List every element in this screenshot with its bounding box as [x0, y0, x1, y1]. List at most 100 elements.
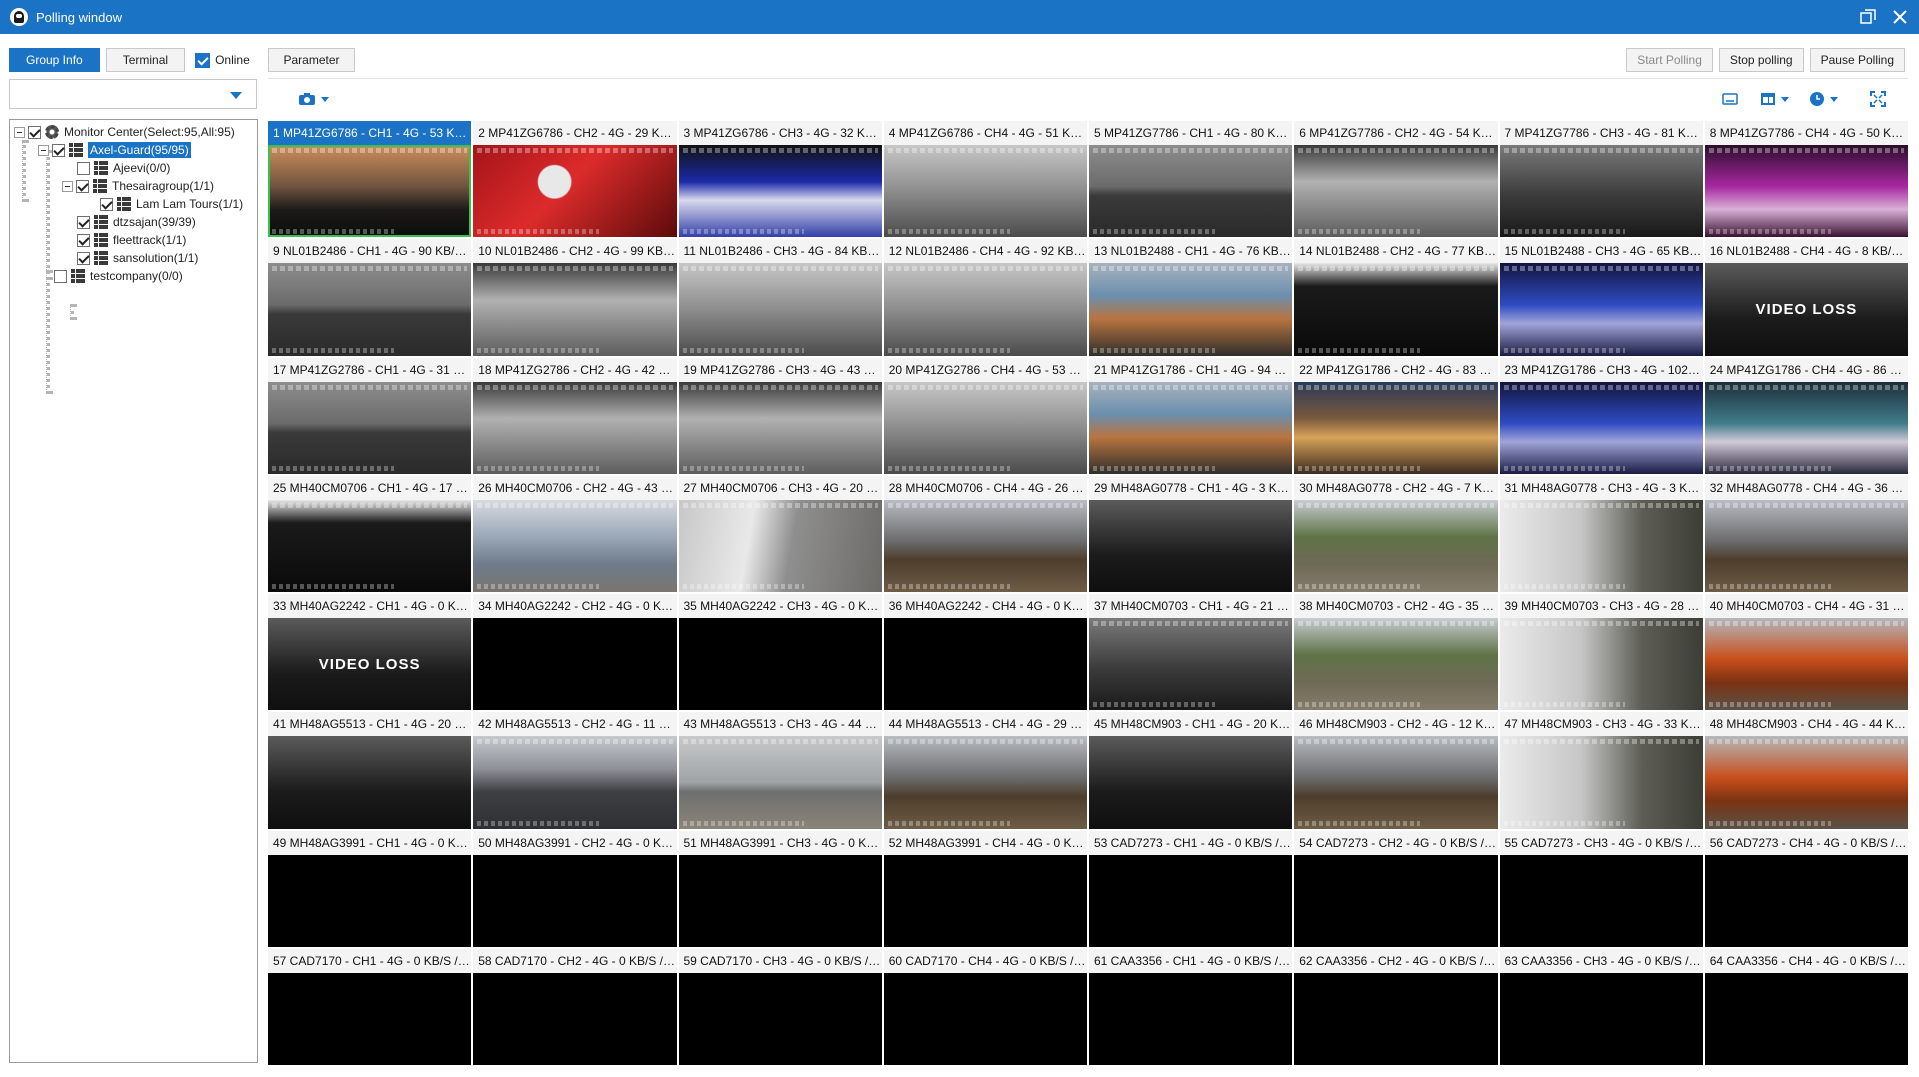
checkbox[interactable] — [77, 251, 90, 265]
tree-item-sansolution[interactable]: sansolution(1/1) — [77, 249, 198, 267]
video-cell[interactable]: 17 MP41ZG2786 - CH1 - 4G - 31 KB/S / 1..… — [268, 357, 472, 474]
video-cell[interactable]: 30 MH48AG0778 - CH2 - 4G - 7 KB/S / 1... — [1294, 475, 1498, 592]
stop-polling-button[interactable]: Stop polling — [1718, 48, 1804, 72]
video-feed[interactable] — [268, 499, 472, 592]
video-cell[interactable]: 44 MH48AG5513 - CH4 - 4G - 29 KB/S / 1..… — [883, 712, 1087, 829]
collapse-icon[interactable] — [62, 180, 73, 192]
video-feed[interactable] — [268, 381, 472, 474]
video-feed[interactable] — [268, 736, 472, 829]
video-feed[interactable] — [1704, 618, 1908, 711]
tree-item-dtzsajan[interactable]: dtzsajan(39/39) — [77, 213, 196, 231]
group-select[interactable] — [9, 79, 257, 109]
video-cell[interactable]: 6 MP41ZG7786 - CH2 - 4G - 54 KB/S / 1... — [1294, 121, 1498, 238]
video-feed[interactable] — [883, 263, 1087, 356]
video-cell[interactable]: 40 MH40CM0703 - CH4 - 4G - 31 KB/S / 1..… — [1704, 594, 1908, 711]
video-feed[interactable] — [1294, 145, 1498, 238]
video-feed[interactable] — [1294, 618, 1498, 711]
video-cell[interactable]: 52 MH48AG3991 - CH4 - 4G - 0 KB/S / 1... — [883, 830, 1087, 947]
video-cell[interactable]: 62 CAA3356 - CH2 - 4G - 0 KB/S / 1... — [1294, 948, 1498, 1065]
video-feed[interactable] — [1704, 972, 1908, 1065]
video-cell[interactable]: 31 MH48AG0778 - CH3 - 4G - 3 KB/S / 1... — [1499, 475, 1703, 592]
video-cell[interactable]: 13 NL01B2488 - CH1 - 4G - 76 KB/S / 1... — [1089, 239, 1293, 356]
video-cell[interactable]: 8 MP41ZG7786 - CH4 - 4G - 50 KB/S / 1... — [1704, 121, 1908, 238]
video-cell[interactable]: 57 CAD7170 - CH1 - 4G - 0 KB/S / 1... — [268, 948, 472, 1065]
video-feed[interactable] — [678, 145, 882, 238]
video-cell[interactable]: 41 MH48AG5513 - CH1 - 4G - 20 KB/S / 1..… — [268, 712, 472, 829]
video-cell[interactable]: 49 MH48AG3991 - CH1 - 4G - 0 KB/S / 1... — [268, 830, 472, 947]
pause-polling-button[interactable]: Pause Polling — [1809, 48, 1905, 72]
video-cell[interactable]: 12 NL01B2486 - CH4 - 4G - 92 KB/S / 1... — [883, 239, 1087, 356]
checkbox[interactable] — [77, 233, 90, 247]
video-cell[interactable]: 27 MH40CM0706 - CH3 - 4G - 20 KB/S / 1..… — [678, 475, 882, 592]
parameter-button[interactable]: Parameter — [268, 48, 355, 72]
video-cell[interactable]: 37 MH40CM0703 - CH1 - 4G - 21 KB/S / 1..… — [1089, 594, 1293, 711]
video-cell[interactable]: 36 MH40AG2242 - CH4 - 4G - 0 KB/S / 1... — [883, 594, 1087, 711]
video-cell[interactable]: 42 MH48AG5513 - CH2 - 4G - 11 KB/S / 1..… — [473, 712, 677, 829]
video-feed[interactable]: VIDEO LOSS — [1704, 263, 1908, 356]
checkbox[interactable] — [77, 215, 90, 229]
video-cell[interactable]: 51 MH48AG3991 - CH3 - 4G - 0 KB/S / 1... — [678, 830, 882, 947]
video-feed[interactable] — [1499, 972, 1703, 1065]
video-cell[interactable]: 21 MP41ZG1786 - CH1 - 4G - 94 KB/S / 1..… — [1089, 357, 1293, 474]
video-feed[interactable] — [1089, 736, 1293, 829]
video-cell[interactable]: 54 CAD7273 - CH2 - 4G - 0 KB/S / 1... — [1294, 830, 1498, 947]
tree-item-axel-guard[interactable]: Axel-Guard(95/95) — [38, 141, 191, 159]
video-cell[interactable]: 3 MP41ZG6786 - CH3 - 4G - 32 KB/S / 1... — [678, 121, 882, 238]
video-feed[interactable] — [1294, 854, 1498, 947]
video-cell[interactable]: 45 MH48CM903 - CH1 - 4G - 20 KB/S / 1... — [1089, 712, 1293, 829]
video-feed[interactable] — [1089, 499, 1293, 592]
video-cell[interactable]: 38 MH40CM0703 - CH2 - 4G - 35 KB/S / 1..… — [1294, 594, 1498, 711]
checkbox[interactable] — [54, 269, 67, 283]
video-cell[interactable]: 19 MP41ZG2786 - CH3 - 4G - 43 KB/S / 1..… — [678, 357, 882, 474]
video-cell[interactable]: 10 NL01B2486 - CH2 - 4G - 99 KB/S / 1... — [473, 239, 677, 356]
video-cell[interactable]: 39 MH40CM0703 - CH3 - 4G - 28 KB/S / 1..… — [1499, 594, 1703, 711]
video-feed[interactable] — [1089, 145, 1293, 238]
online-toggle[interactable]: Online — [195, 52, 250, 68]
video-feed[interactable] — [473, 499, 677, 592]
video-feed[interactable] — [268, 145, 472, 238]
video-feed[interactable] — [678, 854, 882, 947]
video-feed[interactable]: VIDEO LOSS — [268, 618, 472, 711]
video-feed[interactable] — [1499, 736, 1703, 829]
video-feed[interactable] — [473, 145, 677, 238]
tree-item-monitor-center[interactable]: Monitor Center(Select:95,All:95) — [14, 123, 235, 141]
video-cell[interactable]: 61 CAA3356 - CH1 - 4G - 0 KB/S / 1... — [1089, 948, 1293, 1065]
video-feed[interactable] — [473, 263, 677, 356]
restore-icon[interactable] — [1857, 6, 1879, 28]
video-feed[interactable] — [1089, 381, 1293, 474]
video-cell[interactable]: 35 MH40AG2242 - CH3 - 4G - 0 KB/S / 1... — [678, 594, 882, 711]
video-cell[interactable]: 53 CAD7273 - CH1 - 4G - 0 KB/S / 1... — [1089, 830, 1293, 947]
video-cell[interactable]: 22 MP41ZG1786 - CH2 - 4G - 83 KB/S / 1..… — [1294, 357, 1498, 474]
video-feed[interactable] — [678, 618, 882, 711]
interval-button[interactable] — [1803, 87, 1843, 111]
checkbox[interactable] — [52, 143, 65, 157]
tab-group-info[interactable]: Group Info — [9, 48, 100, 72]
video-cell[interactable]: 4 MP41ZG6786 - CH4 - 4G - 51 KB/S / 1... — [883, 121, 1087, 238]
video-feed[interactable] — [1704, 854, 1908, 947]
video-cell[interactable]: 15 NL01B2488 - CH3 - 4G - 65 KB/S / 1... — [1499, 239, 1703, 356]
close-icon[interactable] — [1889, 6, 1911, 28]
video-feed[interactable] — [1499, 381, 1703, 474]
video-feed[interactable] — [1704, 736, 1908, 829]
video-cell[interactable]: 47 MH48CM903 - CH3 - 4G - 33 KB/S / 1... — [1499, 712, 1703, 829]
tree-item-lam-lam-tours[interactable]: Lam Lam Tours(1/1) — [100, 195, 243, 213]
video-cell[interactable]: 28 MH40CM0706 - CH4 - 4G - 26 KB/S / 1..… — [883, 475, 1087, 592]
video-feed[interactable] — [1294, 499, 1498, 592]
video-feed[interactable] — [473, 972, 677, 1065]
tab-terminal[interactable]: Terminal — [105, 48, 186, 72]
video-feed[interactable] — [883, 381, 1087, 474]
video-feed[interactable] — [1089, 972, 1293, 1065]
layout-button[interactable] — [1754, 87, 1794, 111]
video-feed[interactable] — [883, 499, 1087, 592]
checkbox[interactable] — [77, 161, 90, 175]
video-cell[interactable]: 23 MP41ZG1786 - CH3 - 4G - 102 KB/S / 1.… — [1499, 357, 1703, 474]
video-feed[interactable] — [883, 736, 1087, 829]
checkbox[interactable] — [100, 197, 113, 211]
video-cell[interactable]: 43 MH48AG5513 - CH3 - 4G - 44 KB/S / 1..… — [678, 712, 882, 829]
video-cell[interactable]: 55 CAD7273 - CH3 - 4G - 0 KB/S / 1... — [1499, 830, 1703, 947]
video-cell[interactable]: 64 CAA3356 - CH4 - 4G - 0 KB/S / 1... — [1704, 948, 1908, 1065]
keyboard-button[interactable] — [1719, 87, 1741, 111]
video-feed[interactable] — [883, 972, 1087, 1065]
video-feed[interactable] — [268, 263, 472, 356]
video-cell[interactable]: 18 MP41ZG2786 - CH2 - 4G - 42 KB/S / 1..… — [473, 357, 677, 474]
